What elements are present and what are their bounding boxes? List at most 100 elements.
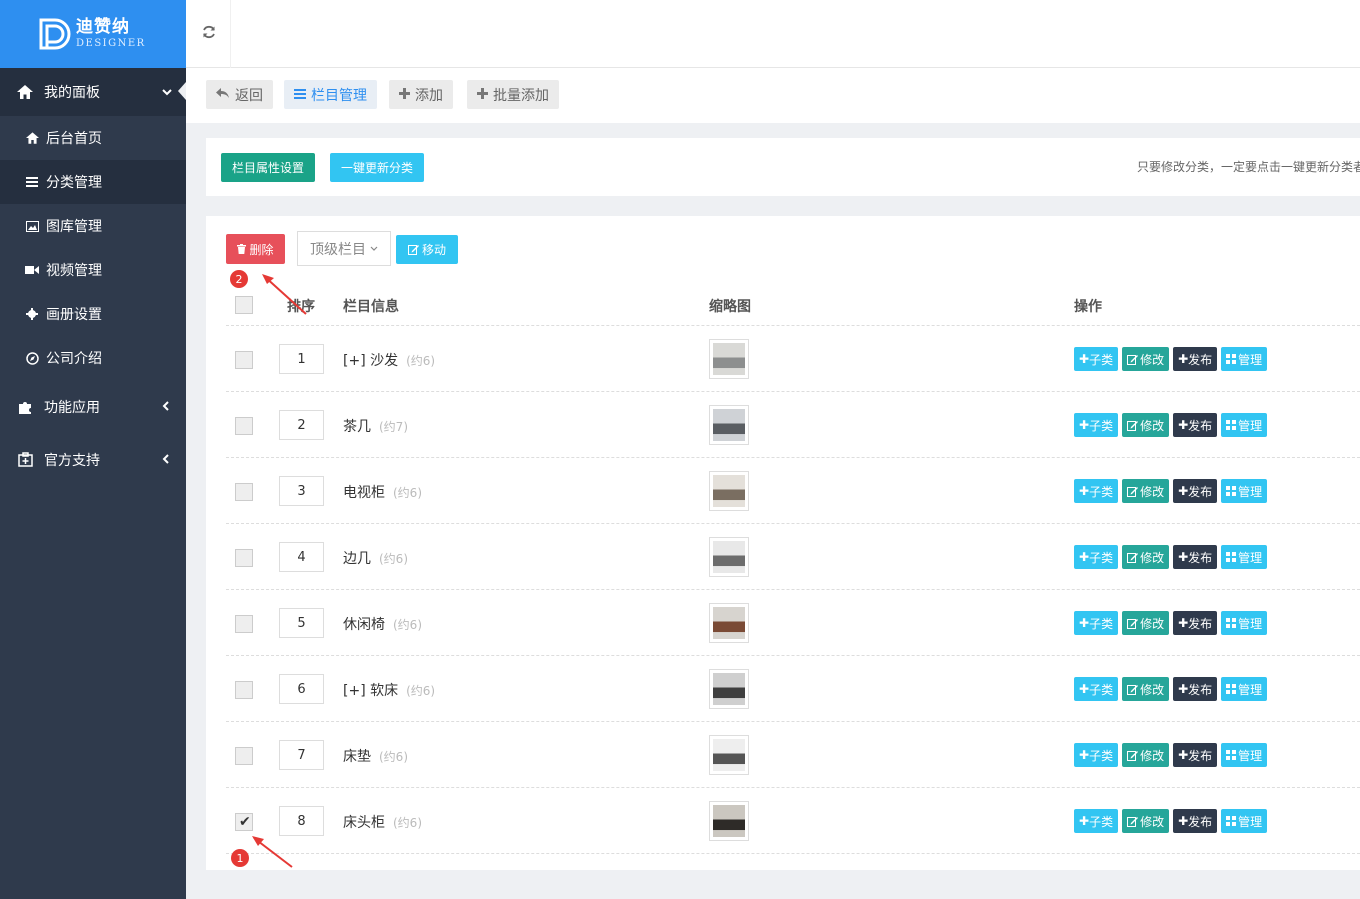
edit-button[interactable]: 修改	[1122, 611, 1170, 635]
category-count: (约6)	[393, 618, 422, 632]
sidebar-menu-my-panel[interactable]: 我的面板	[0, 68, 186, 116]
add-child-button[interactable]: ✚ 子类	[1074, 743, 1119, 767]
add-child-button[interactable]: ✚ 子类	[1074, 809, 1119, 833]
row-checkbox[interactable]	[235, 417, 253, 435]
edit-button[interactable]: 修改	[1122, 809, 1170, 833]
category-name: 床垫 (约6)	[343, 746, 408, 766]
refresh-icon[interactable]	[202, 25, 220, 43]
table-row: 4 边几 (约6) ✚ 子类 修改 ✚ 发布 管理	[226, 524, 1360, 590]
back-button[interactable]: 返回	[206, 80, 273, 109]
category-thumbnail[interactable]	[709, 339, 749, 379]
edit-button[interactable]: 修改	[1122, 743, 1170, 767]
manage-button[interactable]: 管理	[1221, 809, 1268, 833]
manage-button[interactable]: 管理	[1221, 479, 1268, 503]
category-thumbnail[interactable]	[709, 801, 749, 841]
sidebar-item-company[interactable]: 公司介绍	[0, 336, 186, 380]
order-input[interactable]: 8	[279, 806, 324, 836]
edit-button[interactable]: 修改	[1122, 677, 1170, 701]
edit-button[interactable]: 修改	[1122, 413, 1170, 437]
manage-button[interactable]: 管理	[1221, 677, 1268, 701]
category-name-text: [+] 软床	[343, 683, 399, 699]
edit-button[interactable]: 修改	[1122, 545, 1170, 569]
row-checkbox[interactable]: ✔	[235, 813, 253, 831]
row-checkbox[interactable]	[235, 681, 253, 699]
row-checkbox[interactable]	[235, 747, 253, 765]
category-manage-button[interactable]: 栏目管理	[284, 80, 377, 109]
category-thumbnail[interactable]	[709, 471, 749, 511]
publish-button[interactable]: ✚ 发布	[1173, 347, 1218, 371]
row-checkbox[interactable]	[235, 615, 253, 633]
brand-logo[interactable]: 迪赞纳 DESIGNER	[0, 0, 186, 68]
manage-button[interactable]: 管理	[1221, 347, 1268, 371]
thumbnail-image	[713, 607, 745, 639]
update-all-button[interactable]: 一键更新分类	[330, 153, 424, 182]
add-child-button[interactable]: ✚ 子类	[1074, 347, 1119, 371]
delete-label: 删除	[249, 242, 274, 257]
manage-button[interactable]: 管理	[1221, 743, 1268, 767]
row-actions: ✚ 子类 修改 ✚ 发布 管理	[1074, 545, 1271, 569]
sidebar-item-dashboard[interactable]: 后台首页	[0, 116, 186, 160]
home-icon	[24, 132, 40, 144]
add-child-label: 子类	[1089, 616, 1114, 631]
manage-button[interactable]: 管理	[1221, 413, 1268, 437]
order-input[interactable]: 1	[279, 344, 324, 374]
edit-button[interactable]: 修改	[1122, 479, 1170, 503]
order-input[interactable]: 5	[279, 608, 324, 638]
batch-add-button[interactable]: 批量添加	[467, 80, 559, 109]
add-child-button[interactable]: ✚ 子类	[1074, 611, 1119, 635]
sidebar-group-support[interactable]: 官方支持	[0, 433, 186, 486]
manage-button[interactable]: 管理	[1221, 611, 1268, 635]
order-input[interactable]: 6	[279, 674, 324, 704]
add-child-button[interactable]: ✚ 子类	[1074, 479, 1119, 503]
category-name-text: 床垫	[343, 749, 371, 765]
category-thumbnail[interactable]	[709, 735, 749, 775]
sidebar-group-features[interactable]: 功能应用	[0, 380, 186, 433]
category-name: 电视柜 (约6)	[343, 482, 422, 502]
add-button[interactable]: 添加	[389, 80, 453, 109]
category-thumbnail[interactable]	[709, 669, 749, 709]
edit-label: 修改	[1140, 748, 1165, 763]
parent-select-value: 顶级栏目	[310, 241, 366, 258]
add-child-label: 子类	[1089, 682, 1114, 697]
edit-button[interactable]: 修改	[1122, 347, 1170, 371]
order-input[interactable]: 7	[279, 740, 324, 770]
sidebar-item-video[interactable]: 视频管理	[0, 248, 186, 292]
publish-button[interactable]: ✚ 发布	[1173, 479, 1218, 503]
order-input[interactable]: 4	[279, 542, 324, 572]
parent-category-select[interactable]: 顶级栏目	[297, 231, 391, 266]
add-child-button[interactable]: ✚ 子类	[1074, 413, 1119, 437]
publish-button[interactable]: ✚ 发布	[1173, 413, 1218, 437]
order-input[interactable]: 3	[279, 476, 324, 506]
row-checkbox[interactable]	[235, 483, 253, 501]
publish-button[interactable]: ✚ 发布	[1173, 545, 1218, 569]
select-all-checkbox[interactable]	[235, 296, 253, 314]
publish-label: 发布	[1188, 682, 1213, 697]
publish-button[interactable]: ✚ 发布	[1173, 743, 1218, 767]
add-child-button[interactable]: ✚ 子类	[1074, 545, 1119, 569]
category-thumbnail[interactable]	[709, 603, 749, 643]
manage-button[interactable]: 管理	[1221, 545, 1268, 569]
publish-button[interactable]: ✚ 发布	[1173, 809, 1218, 833]
sidebar-item-gallery[interactable]: 图库管理	[0, 204, 186, 248]
publish-button[interactable]: ✚ 发布	[1173, 677, 1218, 701]
delete-button[interactable]: 删除	[226, 234, 285, 264]
attr-settings-button[interactable]: 栏目属性设置	[221, 153, 315, 182]
row-checkbox[interactable]	[235, 549, 253, 567]
plus-icon: ✚	[1079, 748, 1090, 762]
publish-button[interactable]: ✚ 发布	[1173, 611, 1218, 635]
sidebar-item-category[interactable]: 分类管理	[0, 160, 186, 204]
sidebar-item-album[interactable]: 画册设置	[0, 292, 186, 336]
category-thumbnail[interactable]	[709, 537, 749, 577]
move-button[interactable]: 移动	[396, 235, 458, 264]
category-thumbnail[interactable]	[709, 405, 749, 445]
row-checkbox[interactable]	[235, 351, 253, 369]
brand-name-en: DESIGNER	[76, 38, 146, 49]
order-input[interactable]: 2	[279, 410, 324, 440]
edit-label: 修改	[1140, 418, 1165, 433]
add-label: 添加	[415, 87, 443, 104]
category-name: [+] 沙发 (约6)	[343, 350, 435, 370]
plus-icon: ✚	[1079, 352, 1090, 366]
category-name-text: 电视柜	[343, 485, 385, 501]
add-child-button[interactable]: ✚ 子类	[1074, 677, 1119, 701]
plus-icon	[399, 87, 410, 103]
